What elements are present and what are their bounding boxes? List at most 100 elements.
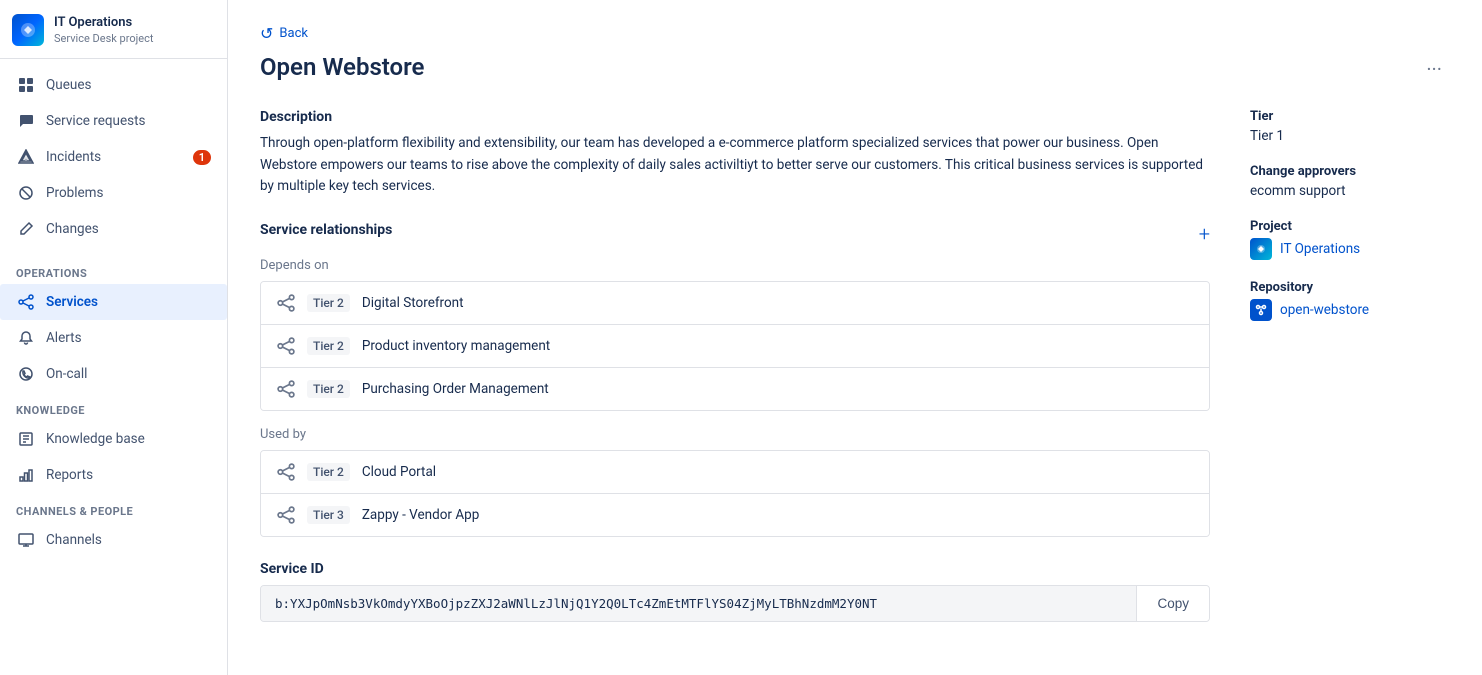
share-icon-2	[277, 380, 295, 398]
repo-link-icon	[1250, 299, 1272, 321]
sidebar-channels-label: Channels	[46, 532, 102, 548]
project-logo	[12, 14, 44, 46]
service-id-section: Service ID b:YXJpOmNsb3VkOmdyYXBoOjpzZXJ…	[260, 561, 1210, 622]
used-by-label: Used by	[260, 427, 1210, 442]
depends-on-group: Depends on Tier 2 Digital Storefront	[260, 258, 1210, 411]
more-menu-button[interactable]: ···	[1418, 53, 1450, 85]
rel-name-2: Purchasing Order Management	[362, 381, 549, 397]
project-section: Project IT Operations	[1250, 219, 1450, 260]
project-info: IT Operations Service Desk project	[54, 15, 153, 45]
sidebar-item-on-call[interactable]: On-call	[0, 356, 227, 392]
bell-icon	[16, 328, 36, 348]
main-column: Description Through open-platform flexib…	[260, 109, 1210, 622]
repository-link[interactable]: open-webstore	[1250, 299, 1450, 321]
chart-icon	[16, 465, 36, 485]
sidebar-item-changes[interactable]: Changes	[0, 211, 227, 247]
change-approvers-value: ecomm support	[1250, 183, 1450, 199]
repository-section: Repository open-webstore	[1250, 280, 1450, 321]
description-text: Through open-platform flexibility and ex…	[260, 133, 1210, 198]
repository-link-label: open-webstore	[1280, 302, 1369, 318]
back-link[interactable]: ↺ Back	[260, 24, 1450, 43]
sidebar-item-reports[interactable]: Reports	[0, 457, 227, 493]
used-by-group: Used by Tier 2 Cloud Portal	[260, 427, 1210, 537]
sidebar-item-service-requests[interactable]: Service requests	[0, 103, 227, 139]
tier-label: Tier	[1250, 109, 1450, 124]
warning-icon	[16, 147, 36, 167]
main-content: ↺ Back Open Webstore ··· Description Thr…	[228, 0, 1482, 675]
channels-people-section-label: CHANNELS & PEOPLE	[0, 493, 227, 522]
rel-name-1: Product inventory management	[362, 338, 550, 354]
rel-name-0: Digital Storefront	[362, 295, 464, 311]
sidebar-reports-label: Reports	[46, 467, 93, 483]
sidebar-queues-label: Queues	[46, 77, 91, 93]
service-id-text: b:YXJpOmNsb3VkOmdyYXBoOjpzZXJ2aWNlLzJlNj…	[261, 586, 1136, 621]
sidebar-item-incidents[interactable]: Incidents 1	[0, 139, 227, 175]
sidebar-changes-label: Changes	[46, 221, 99, 237]
rel-name-used-0: Cloud Portal	[362, 464, 436, 480]
book-icon	[16, 429, 36, 449]
used-by-item-1[interactable]: Tier 3 Zappy - Vendor App	[261, 494, 1209, 536]
operations-section: OPERATIONS Services Alerts	[0, 255, 227, 392]
page-header: Open Webstore ···	[260, 53, 1450, 85]
monitor-icon	[16, 530, 36, 550]
tier-value: Tier 1	[1250, 128, 1450, 144]
sidebar-item-queues[interactable]: Queues	[0, 67, 227, 103]
sidebar-service-requests-label: Service requests	[46, 113, 146, 129]
tier-badge-2: Tier 2	[307, 380, 350, 398]
share-icon	[16, 292, 36, 312]
knowledge-section: KNOWLEDGE Knowledge base Reports	[0, 392, 227, 493]
depends-on-item-0[interactable]: Tier 2 Digital Storefront	[261, 282, 1209, 325]
service-id-box: b:YXJpOmNsb3VkOmdyYXBoOjpzZXJ2aWNlLzJlNj…	[260, 585, 1210, 622]
channels-people-section: CHANNELS & PEOPLE Channels	[0, 493, 227, 558]
depends-on-item-1[interactable]: Tier 2 Product inventory management	[261, 325, 1209, 368]
relationships-header: Service relationships +	[260, 222, 1210, 246]
block-icon	[16, 183, 36, 203]
sidebar-on-call-label: On-call	[46, 366, 87, 382]
tier-badge-0: Tier 2	[307, 294, 350, 312]
used-by-list: Tier 2 Cloud Portal Tier 3 Zap	[260, 450, 1210, 537]
used-by-item-0[interactable]: Tier 2 Cloud Portal	[261, 451, 1209, 494]
sidebar-item-channels[interactable]: Channels	[0, 522, 227, 558]
share-icon-1	[277, 337, 295, 355]
side-column: Tier Tier 1 Change approvers ecomm suppo…	[1250, 109, 1450, 622]
project-subtitle: Service Desk project	[54, 32, 153, 45]
back-arrow-icon: ↺	[260, 24, 273, 43]
project-link[interactable]: IT Operations	[1250, 238, 1450, 260]
change-approvers-section: Change approvers ecomm support	[1250, 164, 1450, 199]
sidebar-item-problems[interactable]: Problems	[0, 175, 227, 211]
knowledge-section-label: KNOWLEDGE	[0, 392, 227, 421]
tier-badge-used-0: Tier 2	[307, 463, 350, 481]
depends-on-label: Depends on	[260, 258, 1210, 273]
sidebar-header: IT Operations Service Desk project	[0, 0, 227, 59]
sidebar: IT Operations Service Desk project Queue…	[0, 0, 228, 675]
add-relationship-button[interactable]: +	[1199, 222, 1210, 246]
depends-on-item-2[interactable]: Tier 2 Purchasing Order Management	[261, 368, 1209, 410]
share-icon-0	[277, 294, 295, 312]
rel-name-used-1: Zappy - Vendor App	[362, 507, 479, 523]
tier-section: Tier Tier 1	[1250, 109, 1450, 144]
sidebar-incidents-label: Incidents	[46, 149, 101, 165]
repository-label: Repository	[1250, 280, 1450, 295]
sidebar-item-services[interactable]: Services	[0, 284, 227, 320]
page-title: Open Webstore	[260, 53, 424, 81]
tier-badge-used-1: Tier 3	[307, 506, 350, 524]
depends-on-list: Tier 2 Digital Storefront Tier 2	[260, 281, 1210, 411]
sidebar-alerts-label: Alerts	[46, 330, 82, 346]
incidents-badge: 1	[193, 150, 211, 165]
sidebar-item-knowledge-base[interactable]: Knowledge base	[0, 421, 227, 457]
sidebar-problems-label: Problems	[46, 185, 104, 201]
change-approvers-label: Change approvers	[1250, 164, 1450, 179]
content-area: Description Through open-platform flexib…	[260, 109, 1450, 622]
phone-icon	[16, 364, 36, 384]
sidebar-knowledge-base-label: Knowledge base	[46, 431, 145, 447]
main-nav: Queues Service requests Incidents 1	[0, 59, 227, 255]
project-label: Project	[1250, 219, 1450, 234]
copy-button[interactable]: Copy	[1136, 586, 1209, 621]
sidebar-services-label: Services	[46, 294, 98, 310]
sidebar-item-alerts[interactable]: Alerts	[0, 320, 227, 356]
project-link-icon	[1250, 238, 1272, 260]
project-link-label: IT Operations	[1280, 241, 1360, 257]
description-title: Description	[260, 109, 1210, 125]
share-icon-used-0	[277, 463, 295, 481]
description-section: Description Through open-platform flexib…	[260, 109, 1210, 198]
